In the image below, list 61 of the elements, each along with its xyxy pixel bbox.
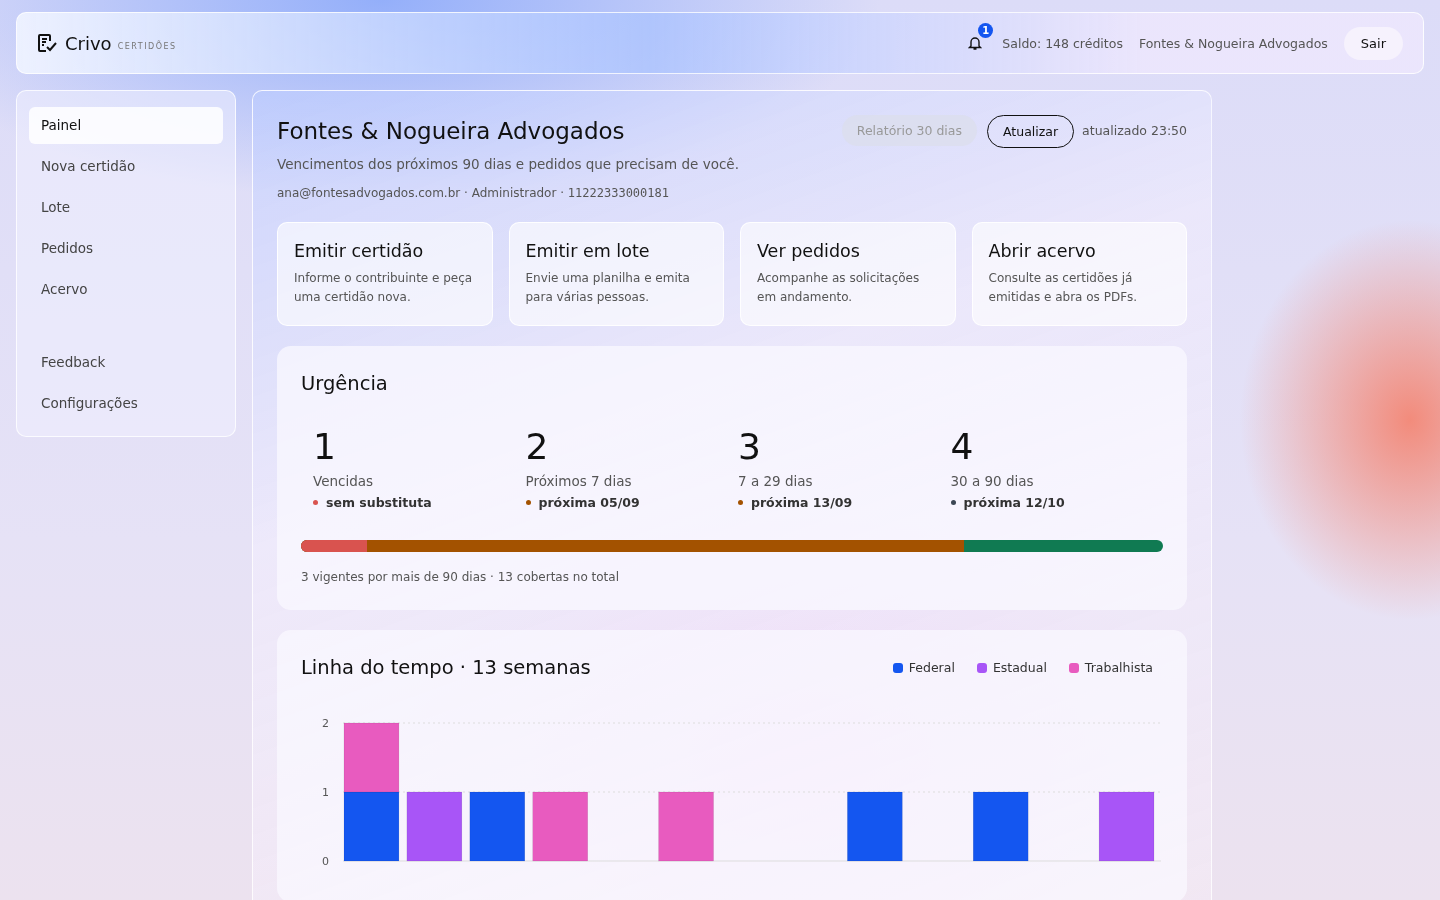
bucket-label: Vencidas [313,473,375,489]
sidebar-item[interactable]: Nova certidão [29,148,223,185]
card-title: Abrir acervo [988,241,1097,261]
card-description: Informe o contribuinte e peça uma certidão nova. [294,270,474,306]
page-subtitle: Vencimentos dos próximos 90 dias e pedidos que precisam de você. [277,156,740,172]
bucket-note: sem substituta [326,495,432,510]
legend-item: Federal [892,660,955,675]
chart-bar [343,722,400,793]
account-meta: ana@fontesadvogados.com.br · Administrador · 11222333000181 [277,186,670,200]
count-value: 3 [738,427,762,467]
chart-bar [532,791,588,862]
card-description: Envie uma planilha e emita para várias pessoas. [525,270,691,306]
bell-icon[interactable] [968,35,983,51]
action-card[interactable]: Emitir em lote Envie uma planilha e emita para várias pessoas. [508,222,724,326]
page-title: Fontes & Nogueira Advogados [277,117,626,146]
chart-bar [343,791,400,862]
card-description: Acompanhe as solicitações em andamento. [757,270,921,306]
card-title: Emitir em lote [525,241,651,261]
section-title: Urgência [301,372,389,395]
count-value: 2 [525,427,550,467]
sidebar-item[interactable]: Feedback [29,344,223,381]
legend-item: Trabalhista [1068,660,1153,675]
bucket-label: 30 a 90 dias [950,473,1035,489]
card-title: Emitir certidão [294,241,425,261]
sidebar-item[interactable]: Configurações [29,385,223,422]
card-title: Ver pedidos [757,241,861,261]
sidebar-item[interactable]: Pedidos [29,230,223,267]
count-value: 4 [950,427,975,467]
axis-tick-label: 1 [322,786,329,799]
chart-bar [406,791,463,862]
urgency-summary: 3 vigentes por mais de 90 dias · 13 cobertas no total [301,570,620,584]
legend-item: Estadual [976,660,1047,675]
sidebar-item[interactable]: Painel [29,107,223,144]
chart-bar [658,791,714,862]
updated-time: atualizado 23:50 [1082,122,1187,140]
checklist-icon [37,33,57,53]
action-card[interactable]: Ver pedidos Acompanhe as solicitações em andamento. [740,222,956,326]
action-card[interactable]: Abrir acervo Consulte as certidões já emitidas e abra os PDFs. [971,222,1187,326]
brand-name: Crivo [65,32,112,54]
axis-tick-label: 0 [322,855,329,868]
credit-balance: Saldo: 148 créditos [1002,35,1123,51]
logout-button[interactable]: Sair [1343,26,1403,60]
bucket-label: 7 a 29 dias [738,473,814,489]
chart-bar [1098,791,1155,862]
chart-bar [973,791,1029,862]
sidebar-item[interactable]: Lote [29,189,223,226]
count-value: 1 [313,427,337,467]
section-title: Linha do tempo · 13 semanas [301,656,592,679]
chart-bar [847,791,903,862]
bucket-label: Próximos 7 dias [525,473,633,489]
chart-bar [469,791,525,862]
sidebar-item[interactable]: Acervo [29,271,223,308]
card-description: Consulte as certidões já emitidas e abra os PDFs. [988,270,1139,306]
account-name: Fontes & Nogueira Advogados [1138,35,1328,51]
brand-subtitle: CERTIDÕES [117,41,177,51]
notification-badge: 1 [978,23,994,38]
bucket-note: próxima 12/10 [963,495,1065,510]
bucket-note: próxima 13/09 [751,495,853,510]
action-card[interactable]: Emitir certidão Informe o contribuinte e peça uma certidão nova. [277,222,493,326]
bucket-note: próxima 05/09 [538,495,640,510]
axis-tick-label: 2 [322,717,329,730]
